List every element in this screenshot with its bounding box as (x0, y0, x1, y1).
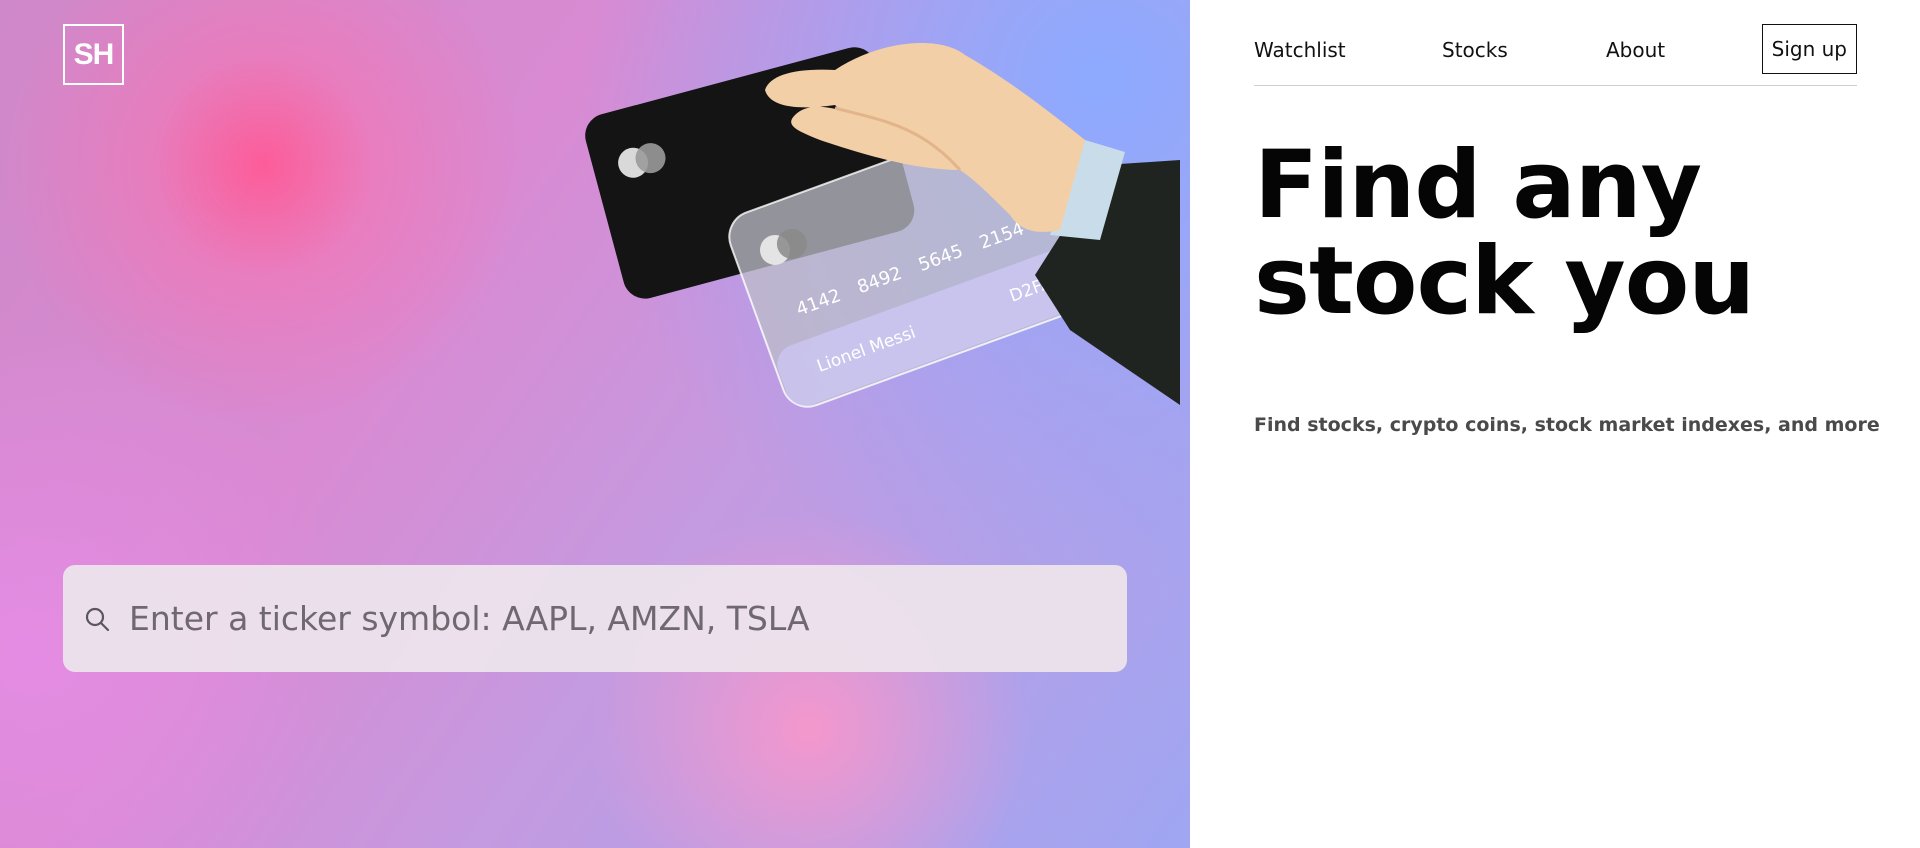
nav-about[interactable]: About (1606, 38, 1665, 62)
signup-button[interactable]: Sign up (1761, 24, 1857, 74)
page-subtitle: Find stocks, crypto coins, stock market … (1254, 414, 1880, 436)
ticker-search-input[interactable] (129, 599, 1127, 638)
card-hand-illustration: 4142 8492 5645 2154 Lionel Messi D2FA (585, 43, 1180, 408)
logo-text: SH (73, 37, 115, 71)
nav-stocks[interactable]: Stocks (1442, 38, 1508, 62)
headline-line-2: stock you (1254, 227, 1755, 336)
nav-watchlist[interactable]: Watchlist (1254, 38, 1346, 62)
hero-panel: SH 4142 8492 5645 2154 Lionel Messi D2FA (0, 0, 1190, 848)
logo[interactable]: SH (63, 24, 124, 85)
headline-line-1: Find any (1254, 131, 1702, 240)
top-nav: Watchlist Stocks About Sign up (1254, 24, 1857, 86)
search-icon (83, 604, 113, 634)
page-title: Find any stock you (1254, 138, 1894, 330)
content-panel: Watchlist Stocks About Sign up Find any … (1190, 0, 1920, 848)
ticker-search-bar[interactable] (63, 565, 1127, 672)
